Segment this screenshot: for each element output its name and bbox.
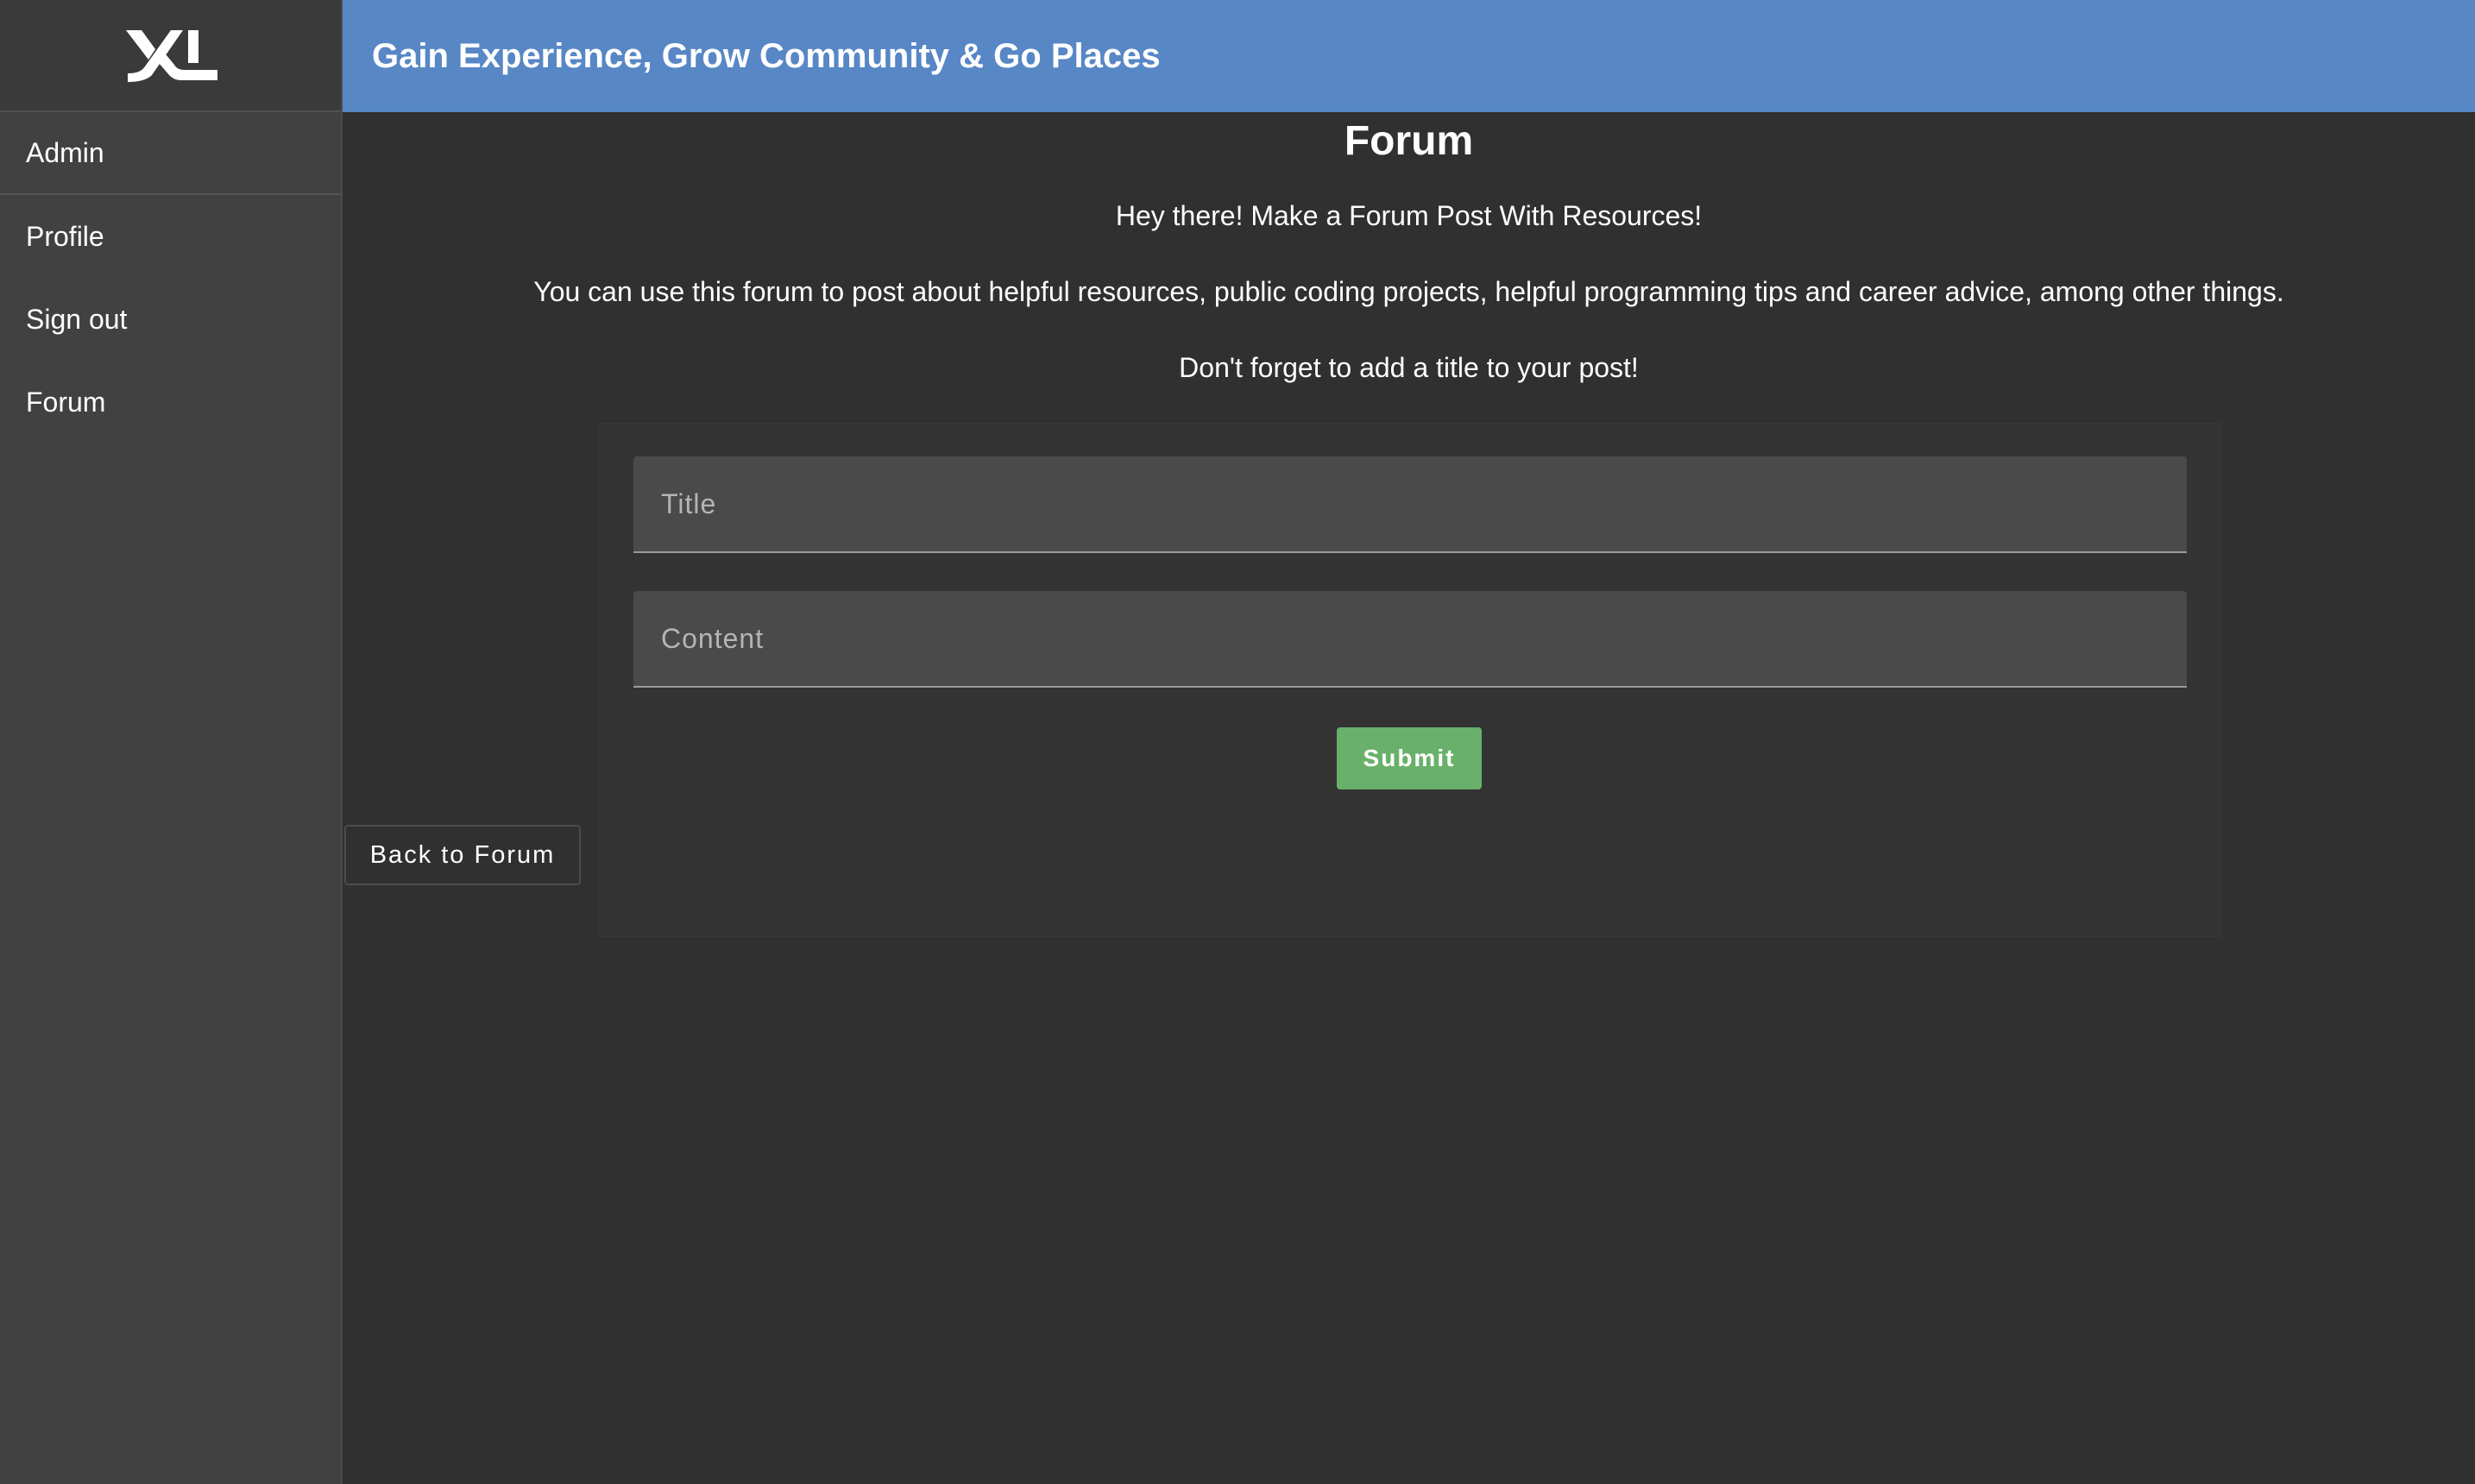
app-root: Admin Profile Sign out Forum Gain Experi… [0,0,2475,1484]
content-input[interactable] [633,591,2187,686]
sidebar-item-label: Forum [26,386,106,418]
sidebar-item-label: Admin [26,136,104,168]
back-to-forum-button[interactable]: Back to Forum [344,825,581,885]
content-field[interactable] [633,591,2187,688]
xl-logo-icon [125,30,217,82]
sidebar: Admin Profile Sign out Forum [0,0,343,1484]
submit-button[interactable]: Submit [1337,727,1482,789]
main-content: Forum Hey there! Make a Forum Post With … [343,112,2475,1484]
sidebar-item-forum[interactable]: Forum [0,361,341,443]
title-field[interactable] [633,456,2187,553]
intro-reminder: Don't forget to add a title to your post… [1179,352,1639,383]
intro-greeting: Hey there! Make a Forum Post With Resour… [1115,200,1703,231]
page-title: Forum [1344,118,1474,164]
sidebar-item-sign-out[interactable]: Sign out [0,278,341,361]
intro-description: You can use this forum to post about hel… [533,276,2284,307]
sidebar-item-admin[interactable]: Admin [0,112,341,195]
sidebar-item-profile[interactable]: Profile [0,195,341,278]
app-header: Gain Experience, Grow Community & Go Pla… [343,0,2475,112]
sidebar-item-label: Profile [26,220,104,252]
logo[interactable] [0,0,341,112]
title-input[interactable] [633,456,2187,551]
post-form [598,423,2220,937]
sidebar-item-label: Sign out [26,303,128,335]
header-title: Gain Experience, Grow Community & Go Pla… [372,36,1161,75]
